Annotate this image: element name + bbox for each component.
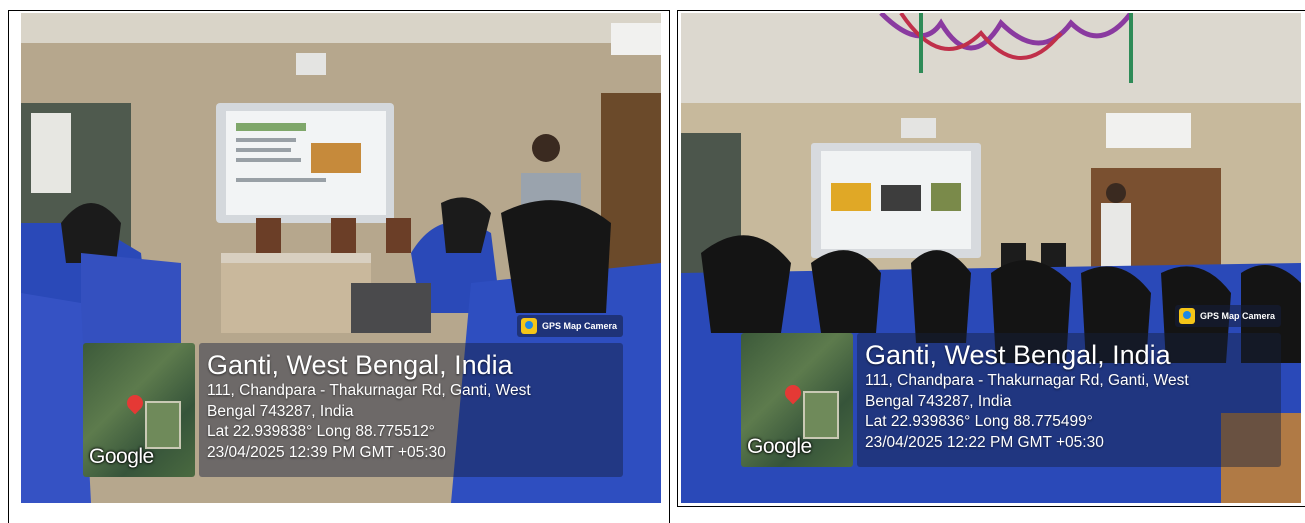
google-logo: Google: [747, 435, 812, 458]
photo-frame-left: GPS Map Camera Google Ganti, West Bengal…: [8, 10, 670, 523]
photo-frame-right: GPS Map Camera Google Ganti, West Bengal…: [677, 10, 1305, 507]
classroom-photo-left: GPS Map Camera Google Ganti, West Bengal…: [21, 13, 661, 503]
place-title: Ganti, West Bengal, India: [865, 340, 1171, 370]
gps-camera-app-icon: [1178, 308, 1195, 324]
gps-overlay-right: GPS Map Camera Google Ganti, West Bengal…: [741, 305, 1281, 483]
gps-camera-app-icon: [520, 318, 537, 334]
address-line-1: 111, Chandpara - Thakurnagar Rd, Ganti, …: [865, 372, 1189, 389]
classroom-photo-right: GPS Map Camera Google Ganti, West Bengal…: [681, 13, 1301, 503]
location-info-panel: Ganti, West Bengal, India 111, Chandpara…: [857, 333, 1281, 467]
timestamp: 23/04/2025 12:22 PM GMT +05:30: [865, 433, 1104, 451]
map-thumbnail: Google: [741, 333, 853, 467]
place-title: Ganti, West Bengal, India: [207, 350, 513, 380]
address-line-1: 111, Chandpara - Thakurnagar Rd, Ganti, …: [207, 382, 531, 399]
address-line-2: Bengal 743287, India: [207, 402, 354, 420]
google-logo: Google: [89, 445, 154, 468]
sports-field-shape: [145, 401, 181, 449]
coordinates: Lat 22.939838° Long 88.775512°: [207, 423, 435, 440]
location-info-panel: Ganti, West Bengal, India 111, Chandpara…: [199, 343, 623, 477]
address-line-2: Bengal 743287, India: [865, 392, 1012, 410]
location-pin-icon: [123, 391, 147, 415]
gps-camera-badge: GPS Map Camera: [1174, 305, 1281, 327]
timestamp: 23/04/2025 12:39 PM GMT +05:30: [207, 443, 446, 461]
gps-camera-badge: GPS Map Camera: [516, 315, 623, 337]
map-thumbnail: Google: [83, 343, 195, 477]
gps-camera-badge-label: GPS Map Camera: [1199, 311, 1275, 321]
coordinates: Lat 22.939836° Long 88.775499°: [865, 413, 1093, 430]
sports-field-shape: [803, 391, 839, 439]
location-pin-icon: [781, 381, 805, 405]
gps-camera-badge-label: GPS Map Camera: [541, 321, 617, 331]
gps-overlay-left: GPS Map Camera Google Ganti, West Bengal…: [83, 315, 623, 493]
